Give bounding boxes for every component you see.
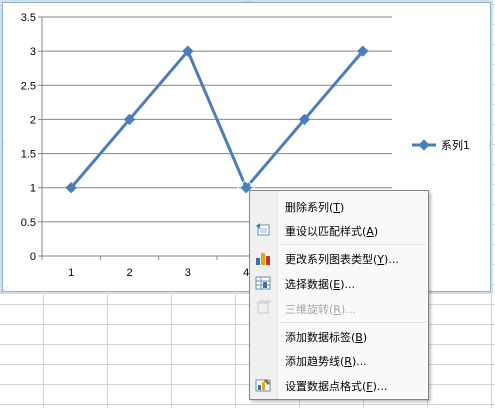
hotkey: T xyxy=(333,201,341,214)
hotkey: B xyxy=(355,331,363,344)
hotkey: E xyxy=(333,278,341,291)
menu-item-delete-series[interactable]: 删除系列(T) xyxy=(250,194,428,218)
x-axis-tick-labels: 1234 xyxy=(68,267,249,279)
hotkey: A xyxy=(366,225,374,238)
menu-ellipsis: ... xyxy=(376,380,388,393)
x-tick-label: 1 xyxy=(68,267,74,279)
menu-item-3d-rotation: 三维旋转(R)... xyxy=(250,296,428,320)
y-tick-label: 3 xyxy=(30,46,36,58)
menu-label: 添加趋势线 xyxy=(285,355,340,368)
y-tick-label: 1.5 xyxy=(21,149,36,161)
series-1-line[interactable] xyxy=(65,45,369,197)
menu-item-add-data-labels[interactable]: 添加数据标签(B) xyxy=(250,324,428,348)
hotkey: Y xyxy=(377,253,385,266)
menu-item-change-chart-type[interactable]: 更改系列图表类型(Y)... xyxy=(250,246,428,270)
menu-label: 添加数据标签 xyxy=(285,331,351,344)
context-menu[interactable]: 删除系列(T) 重设以匹配样式(A) 更改系列图表类型(Y)... 选择数据(E… xyxy=(249,190,429,400)
menu-item-select-data[interactable]: 选择数据(E)... xyxy=(250,271,428,295)
legend-diamond-marker xyxy=(418,139,430,151)
menu-item-reset-style[interactable]: 重设以匹配样式(A) xyxy=(250,218,428,242)
change-chart-type-icon xyxy=(256,253,270,265)
hotkey: F xyxy=(366,380,373,393)
menu-label: 三维旋转 xyxy=(285,303,329,316)
menu-ellipsis: ... xyxy=(356,355,367,368)
menu-ellipsis: ... xyxy=(345,303,356,316)
hotkey: R xyxy=(333,303,341,316)
menu-item-format-data-point[interactable]: 设置数据点格式(F)... xyxy=(250,373,428,397)
legend[interactable]: 系列1 xyxy=(412,138,470,152)
legend-entry-series-1[interactable]: 系列1 xyxy=(441,138,470,152)
3d-rotation-icon xyxy=(256,300,271,314)
menu-label: 删除系列 xyxy=(285,201,329,214)
menu-label: 重设以匹配样式 xyxy=(285,225,362,238)
menu-label: 设置数据点格式 xyxy=(285,380,362,393)
hotkey: R xyxy=(344,355,352,368)
select-data-icon xyxy=(255,276,271,290)
menu-label: 选择数据 xyxy=(285,278,329,291)
menu-item-add-trendline[interactable]: 添加趋势线(R)... xyxy=(250,348,428,372)
menu-label: 更改系列图表类型 xyxy=(285,253,373,266)
x-tick-label: 2 xyxy=(126,267,132,279)
y-tick-label: 0.5 xyxy=(21,217,36,229)
menu-separator xyxy=(280,244,426,245)
x-tick-label: 3 xyxy=(185,267,191,279)
y-tick-label: 2 xyxy=(30,114,36,126)
menu-ellipsis: ... xyxy=(388,253,399,266)
y-tick-label: 0 xyxy=(30,251,36,263)
y-axis-tick-labels: 3.5 3 2.5 2 1.5 1 0.5 0 xyxy=(21,12,36,263)
menu-separator xyxy=(280,322,426,323)
y-tick-label: 2.5 xyxy=(21,80,36,92)
menu-ellipsis: ... xyxy=(344,278,356,291)
reset-style-icon xyxy=(256,223,270,236)
y-tick-label: 3.5 xyxy=(21,12,36,24)
y-tick-label: 1 xyxy=(30,183,36,195)
format-data-point-icon xyxy=(255,379,271,392)
